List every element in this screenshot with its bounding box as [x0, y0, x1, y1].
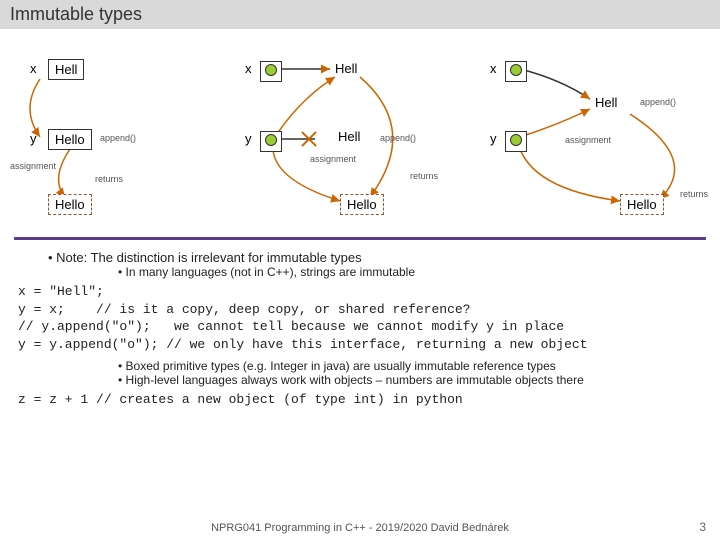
- col1-result-box: Hello: [48, 194, 92, 215]
- col1-y-label: y: [30, 131, 37, 146]
- text-content: Note: The distinction is irrelevant for …: [0, 250, 720, 409]
- col2-x-label: x: [245, 61, 252, 76]
- code-block-2: z = z + 1 // creates a new object (of ty…: [18, 391, 702, 409]
- slide-title: Immutable types: [0, 0, 720, 29]
- col2-assignment-label: assignment: [310, 154, 356, 164]
- page-number: 3: [699, 520, 706, 534]
- dot-icon: [510, 134, 522, 146]
- dot-icon: [510, 64, 522, 76]
- col2-returns-label: returns: [410, 171, 438, 181]
- col3-assignment-label: assignment: [565, 135, 611, 145]
- col2-hell-mid: Hell: [338, 129, 360, 144]
- cross-icon: [300, 130, 318, 148]
- col2-y-label: y: [245, 131, 252, 146]
- col1-x-label: x: [30, 61, 37, 76]
- diagram-area: x Hell y Hello append() assignment retur…: [0, 29, 720, 229]
- dot-icon: [265, 64, 277, 76]
- note-line4: High-level languages always work with ob…: [118, 373, 702, 387]
- code-block-1: x = "Hell"; y = x; // is it a copy, deep…: [18, 283, 702, 353]
- col3-returns-label: returns: [680, 189, 708, 199]
- note-line1: Note: The distinction is irrelevant for …: [48, 250, 702, 265]
- note-line2: In many languages (not in C++), strings …: [118, 265, 702, 279]
- col1-y-box: Hello: [48, 129, 92, 150]
- footer-text: NPRG041 Programming in C++ - 2019/2020 D…: [0, 522, 720, 534]
- col2-hell-top: Hell: [335, 61, 357, 76]
- col2-x-ptr: [260, 61, 282, 82]
- col1-x-box: Hell: [48, 59, 84, 80]
- col3-y-ptr: [505, 131, 527, 152]
- col3-x-label: x: [490, 61, 497, 76]
- col1-assignment-label: assignment: [10, 161, 56, 171]
- col3-append-label: append(): [640, 97, 676, 107]
- col2-y-ptr: [260, 131, 282, 152]
- divider: [14, 237, 706, 240]
- note-line3: Boxed primitive types (e.g. Integer in j…: [118, 359, 702, 373]
- dot-icon: [265, 134, 277, 146]
- col2-append-label: append(): [380, 133, 416, 143]
- col2-result-box: Hello: [340, 194, 384, 215]
- col1-append-label: append(): [100, 133, 136, 143]
- col3-hell: Hell: [595, 95, 617, 110]
- col1-returns-label: returns: [95, 174, 123, 184]
- col3-x-ptr: [505, 61, 527, 82]
- col3-result-box: Hello: [620, 194, 664, 215]
- col3-y-label: y: [490, 131, 497, 146]
